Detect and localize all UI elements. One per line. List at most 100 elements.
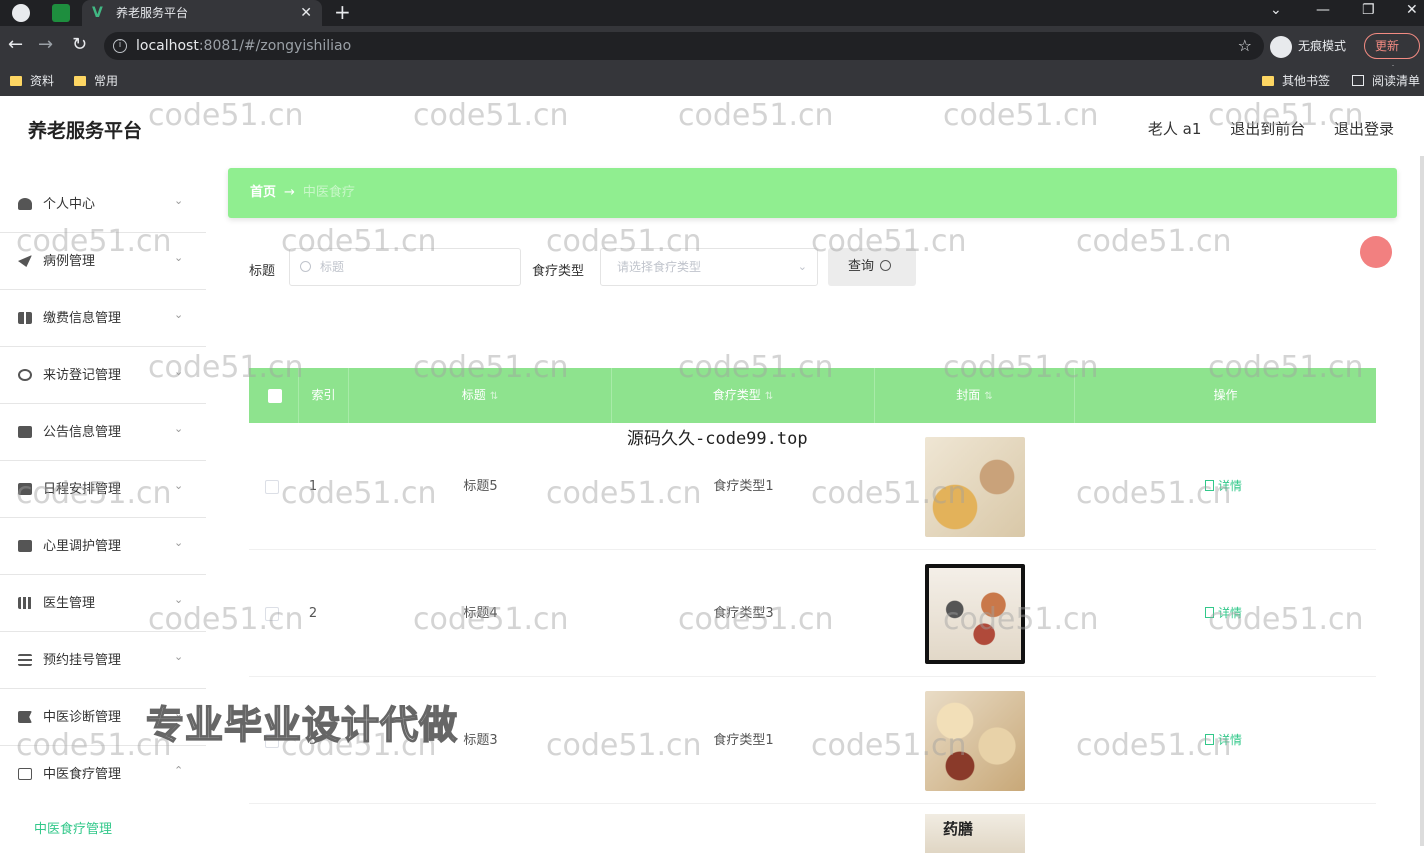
url-path: :8081/#/zongyishiliao	[198, 38, 352, 54]
message-icon	[18, 768, 32, 780]
tab-title: 养老服务平台	[116, 6, 189, 20]
cell-title: 标题5	[463, 479, 498, 494]
sort-icon[interactable]: ⇅	[765, 391, 773, 402]
row-checkbox[interactable]	[265, 607, 279, 621]
bookmark-folder-other[interactable]: 其他书签	[1262, 72, 1330, 90]
incognito-label: 无痕模式	[1298, 39, 1347, 53]
search-icon	[880, 260, 892, 271]
detail-label: 详情	[1218, 479, 1243, 493]
sidebar-item-label: 个人中心	[43, 197, 96, 212]
ad-watermark: 专业毕业设计代做	[145, 702, 459, 748]
reading-list-icon	[1352, 75, 1364, 86]
logout-link[interactable]: 退出登录	[1334, 120, 1394, 138]
bookmark-label: 资料	[30, 74, 55, 88]
list-icon	[18, 654, 32, 666]
url-field[interactable]: i localhost:8081/#/zongyishiliao ☆	[104, 32, 1264, 60]
sidebar-subitem-tcm-diet[interactable]: 中医食疗管理	[34, 818, 112, 837]
sidebar-item-label: 医生管理	[43, 596, 96, 611]
page-scrollbar[interactable]	[1420, 156, 1424, 846]
cell-title: 标题4	[463, 606, 498, 621]
column-title[interactable]: 标题 ⇅	[349, 368, 612, 423]
tab-close-icon[interactable]: ✕	[300, 0, 312, 26]
restore-button[interactable]: ❐	[1362, 0, 1375, 20]
sidebar-item-cases[interactable]: 病例管理 ⌄	[0, 233, 206, 290]
sidebar-item-label: 中医食疗管理	[43, 767, 122, 782]
tab-search-icon[interactable]: ⌄	[1270, 0, 1282, 20]
sidebar-item-appointment[interactable]: 预约挂号管理 ⌄	[0, 632, 206, 689]
bookmark-folder-ziliao[interactable]: 资料	[10, 72, 54, 90]
incognito-indicator[interactable]: 无痕模式	[1270, 34, 1346, 58]
sidebar-item-label: 心里调护管理	[43, 539, 122, 554]
document-icon	[1205, 734, 1214, 745]
folder-icon	[74, 76, 86, 86]
chevron-down-icon: ⌄	[174, 650, 184, 663]
breadcrumb-current: 中医食疗	[302, 185, 355, 200]
column-label: 封面	[956, 388, 981, 402]
url-host: localhost	[136, 38, 199, 54]
chevron-down-icon: ⌄	[174, 308, 184, 321]
update-label: 更新	[1375, 39, 1400, 53]
window-close-button[interactable]: ✕	[1406, 0, 1418, 20]
back-arrow-icon[interactable]: ←	[8, 34, 23, 56]
title-search-input[interactable]: 标题	[289, 248, 521, 286]
detail-link[interactable]: 详情	[1205, 677, 1242, 804]
sidebar-item-visitor[interactable]: 来访登记管理 ⌄	[0, 347, 206, 404]
sidebar-item-payment[interactable]: 缴费信息管理 ⌄	[0, 290, 206, 347]
sidebar-item-tcm-diet[interactable]: 中医食疗管理 ⌃	[0, 746, 206, 803]
app-brand: 养老服务平台	[28, 120, 143, 142]
reload-icon[interactable]: ↻	[72, 34, 87, 56]
document-icon	[1205, 480, 1214, 491]
sidebar-item-notice[interactable]: 公告信息管理 ⌄	[0, 404, 206, 461]
new-tab-button[interactable]: +	[334, 0, 351, 24]
active-tab[interactable]: V 养老服务平台 ✕	[82, 0, 322, 26]
cell-diet-type: 食疗类型3	[713, 606, 774, 621]
row-checkbox[interactable]	[265, 480, 279, 494]
exit-to-front-link[interactable]: 退出到前台	[1230, 120, 1305, 138]
chevron-down-icon: ⌄	[174, 536, 184, 549]
sidebar-item-schedule[interactable]: 日程安排管理 ⌄	[0, 461, 206, 518]
column-index[interactable]: 索引	[299, 368, 349, 423]
bookmarks-bar: 资料 常用 其他书签 阅读清单	[0, 66, 1424, 96]
reading-list[interactable]: 阅读清单	[1352, 72, 1420, 90]
sidebar-menu: 个人中心 ⌄ 病例管理 ⌄ 缴费信息管理 ⌄ 来访登记管理 ⌄ 公告信息管理 ⌄…	[0, 176, 206, 856]
flag-icon	[18, 711, 32, 723]
bookmark-star-icon[interactable]: ☆	[1238, 32, 1252, 60]
diet-type-select[interactable]: 请选择食疗类型 ⌄	[600, 248, 818, 286]
bookmark-label: 常用	[94, 74, 119, 88]
sheets-tab-icon[interactable]	[52, 4, 70, 22]
detail-link[interactable]: 详情	[1205, 423, 1242, 550]
breadcrumb-separator: →	[284, 185, 295, 200]
detail-label: 详情	[1218, 733, 1243, 747]
bookmark-folder-changyong[interactable]: 常用	[74, 72, 118, 90]
sidebar-item-label: 病例管理	[43, 254, 96, 269]
thumb-icon	[18, 540, 32, 552]
select-all-checkbox[interactable]	[268, 389, 282, 403]
browser-globe-icon[interactable]	[12, 4, 30, 22]
cover-image	[925, 437, 1025, 537]
query-button[interactable]: 查询	[828, 248, 916, 286]
grid-icon	[18, 312, 32, 324]
column-cover[interactable]: 封面 ⇅	[875, 368, 1075, 423]
circle-icon	[18, 369, 32, 381]
address-bar-row: ← → ↻ i localhost:8081/#/zongyishiliao ☆…	[0, 26, 1424, 77]
column-label: 标题	[461, 388, 486, 402]
cover-image	[925, 691, 1025, 791]
sidebar-item-psych-care[interactable]: 心里调护管理 ⌄	[0, 518, 206, 575]
forward-arrow-icon[interactable]: →	[38, 34, 53, 56]
breadcrumb: 首页 → 中医食疗	[228, 168, 1397, 218]
table-row: 2 标题4 食疗类型3 详情	[249, 550, 1376, 677]
sort-icon[interactable]: ⇅	[490, 391, 498, 402]
sort-icon[interactable]: ⇅	[984, 391, 992, 402]
sidebar-item-personal-center[interactable]: 个人中心 ⌄	[0, 176, 206, 233]
query-label: 查询	[848, 259, 875, 274]
column-diet-type[interactable]: 食疗类型 ⇅	[612, 368, 875, 423]
cell-index: 1	[308, 479, 318, 494]
sidebar-item-label: 日程安排管理	[43, 482, 122, 497]
breadcrumb-home[interactable]: 首页	[250, 185, 276, 200]
site-info-icon[interactable]: i	[113, 39, 127, 53]
detail-link[interactable]: 详情	[1205, 550, 1242, 677]
minimize-button[interactable]: —	[1316, 0, 1330, 20]
folder-icon	[1262, 76, 1274, 86]
sidebar-item-doctors[interactable]: 医生管理 ⌄	[0, 575, 206, 632]
update-button[interactable]: 更新 ⋮	[1364, 33, 1420, 77]
